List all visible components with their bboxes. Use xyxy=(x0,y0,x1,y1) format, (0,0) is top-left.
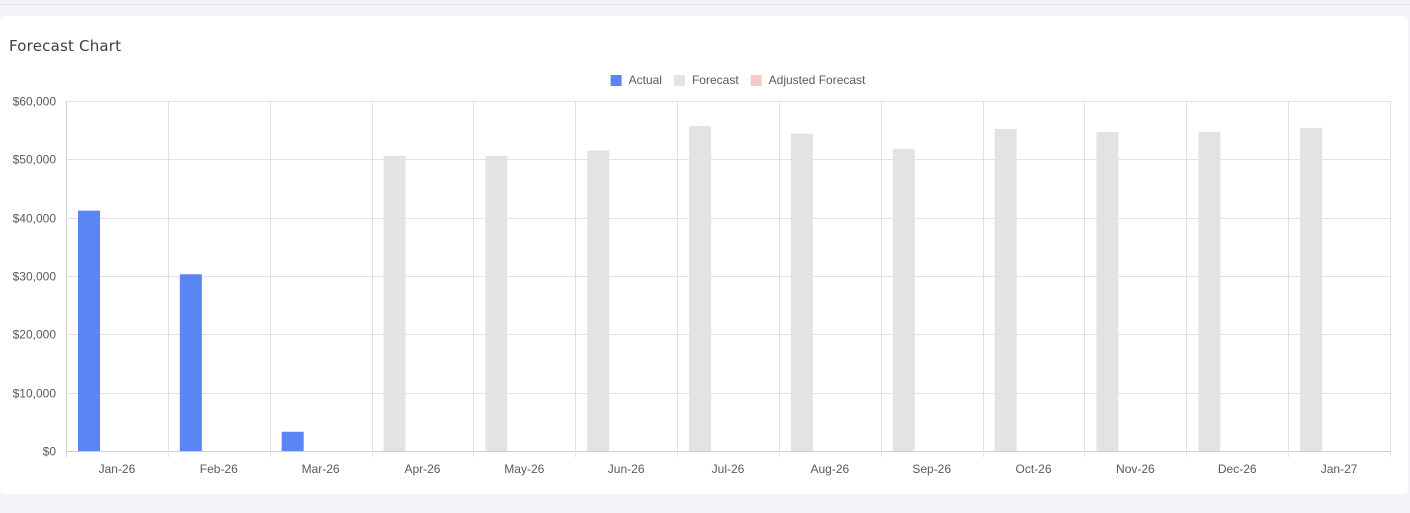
bar-forecast-aug-26 xyxy=(790,133,813,451)
bar-forecast-dec-26 xyxy=(1198,131,1221,451)
x-tick-label: Feb-26 xyxy=(200,462,238,476)
y-tick-label: $0 xyxy=(43,445,57,459)
x-tick-label: May-26 xyxy=(504,462,544,476)
bar-forecast-apr-26 xyxy=(383,155,406,452)
y-tick-label: $30,000 xyxy=(13,270,57,284)
legend-label-actual: Actual xyxy=(629,73,662,87)
x-tick-label: Dec-26 xyxy=(1218,462,1257,476)
bar-forecast-nov-26 xyxy=(1096,131,1119,451)
x-tick-label: Jul-26 xyxy=(712,462,745,476)
y-tick-label: $40,000 xyxy=(13,212,57,226)
y-tick-label: $20,000 xyxy=(13,328,57,342)
bar-actual-mar-26 xyxy=(281,431,304,451)
bar-forecast-sep-26 xyxy=(892,148,915,452)
y-tick-label: $10,000 xyxy=(13,387,57,401)
bar-actual-jan-26 xyxy=(78,210,100,451)
x-tick-label: Apr-26 xyxy=(404,462,440,476)
bar-actual-feb-26 xyxy=(179,274,202,451)
x-tick-label: Jun-26 xyxy=(608,462,645,476)
bar-forecast-jul-26 xyxy=(689,126,712,451)
x-tick-label: Aug-26 xyxy=(810,462,849,476)
bar-forecast-jun-26 xyxy=(587,150,610,452)
legend-swatch-adjusted-forecast xyxy=(750,75,762,86)
x-tick-label: Nov-26 xyxy=(1116,462,1155,476)
legend-label-adjusted-forecast: Adjusted Forecast xyxy=(769,73,866,87)
x-tick-label: Sep-26 xyxy=(912,462,951,476)
legend-label-forecast: Forecast xyxy=(692,73,739,87)
legend-swatch-actual xyxy=(610,75,622,86)
y-tick-label: $50,000 xyxy=(13,153,57,167)
forecast-bar-chart: $0 $10,000 $20,000 $30,000 $40,000 $50,000 $60… xyxy=(13,73,1391,476)
bar-forecast-oct-26 xyxy=(994,129,1017,451)
y-tick-label: $60,000 xyxy=(13,95,57,109)
top-strip xyxy=(0,0,1410,5)
bar-forecast-may-26 xyxy=(485,155,508,452)
x-tick-label: Jan-27 xyxy=(1321,462,1358,476)
bar-forecast-jan-27 xyxy=(1300,127,1323,451)
legend-swatch-forecast xyxy=(673,75,685,86)
x-tick-label: Jan-26 xyxy=(99,462,136,476)
forecast-chart-card: Forecast Chart $0 $10,000 $20,000 $30,000 $4… xyxy=(0,16,1408,494)
x-tick-label: Mar-26 xyxy=(302,462,340,476)
x-tick-label: Oct-26 xyxy=(1016,462,1052,476)
